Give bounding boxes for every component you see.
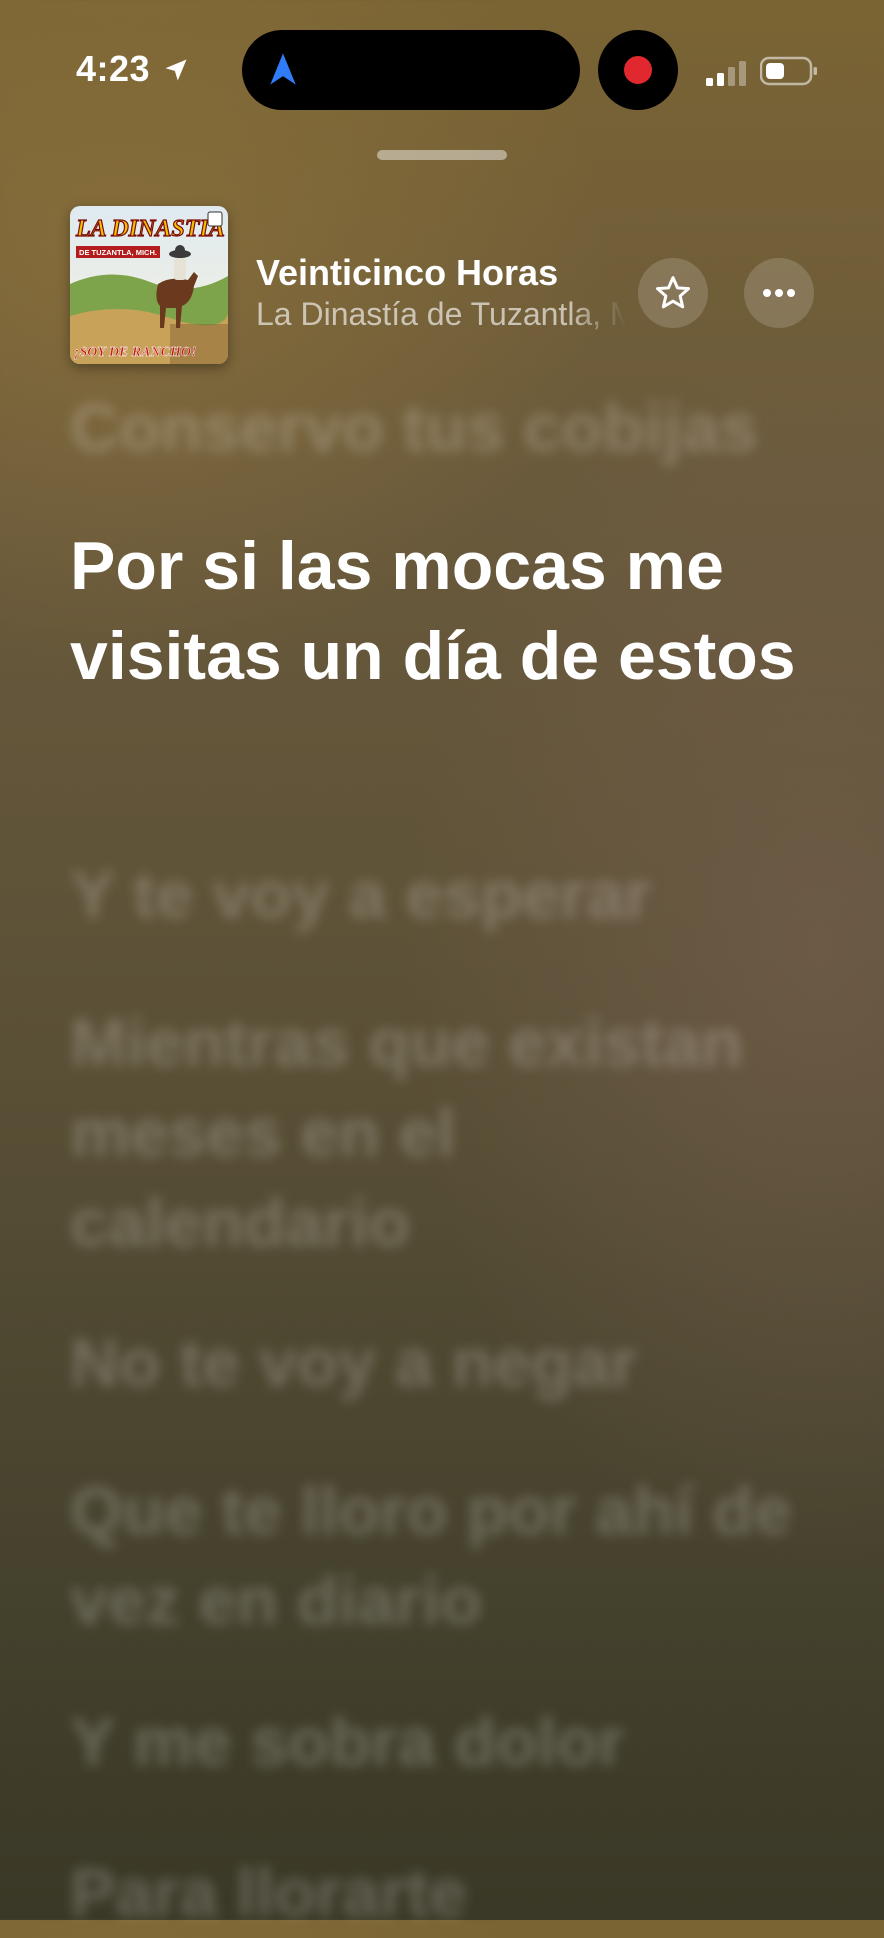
artwork-brand: LA DINASTIA [75, 216, 225, 242]
lyric-line[interactable]: Que te lloro por ahí de vez en diario [70, 1466, 810, 1646]
location-arrow-icon [165, 59, 187, 81]
lyric-line[interactable]: No te voy a negar [70, 1318, 810, 1408]
status-bar: 4:23 [0, 0, 884, 140]
more-options-button[interactable] [744, 258, 814, 328]
song-artist[interactable]: La Dinastía de Tuzantla, Mich. [256, 296, 626, 333]
album-artwork[interactable]: LA DINASTIA DE TUZANTLA, MICH. ¡SOY DE R… [70, 206, 228, 364]
lyric-line[interactable]: Para llorarte [70, 1848, 810, 1938]
navigation-icon [270, 53, 296, 85]
recording-dot-icon [624, 56, 652, 84]
album-artwork-image: LA DINASTIA DE TUZANTLA, MICH. ¡SOY DE R… [70, 206, 228, 364]
lyric-line[interactable]: Y te voy a esperar [70, 850, 810, 940]
artwork-subtitle: DE TUZANTLA, MICH. [79, 248, 157, 257]
lyric-line[interactable]: Mientras que existan meses en el calenda… [70, 998, 810, 1268]
ellipsis-icon [763, 289, 795, 297]
sheet-grabber[interactable] [377, 150, 507, 160]
artwork-album: ¡SOY DE RANCHO! [74, 345, 196, 360]
cellular-signal-icon [706, 61, 746, 86]
recording-indicator[interactable] [598, 30, 678, 110]
song-title[interactable]: Veinticinco Horas [256, 252, 558, 294]
star-icon [656, 276, 690, 309]
battery-icon [760, 56, 817, 86]
lyric-line[interactable]: Y me sobra dolor [70, 1697, 810, 1787]
lyric-line-current[interactable]: Por si las mocas me visitas un día de es… [70, 521, 810, 701]
favorite-button[interactable] [638, 258, 708, 328]
status-time: 4:23 [76, 48, 151, 89]
lyric-line-previous[interactable]: Conservo tus cobijas [70, 383, 810, 473]
